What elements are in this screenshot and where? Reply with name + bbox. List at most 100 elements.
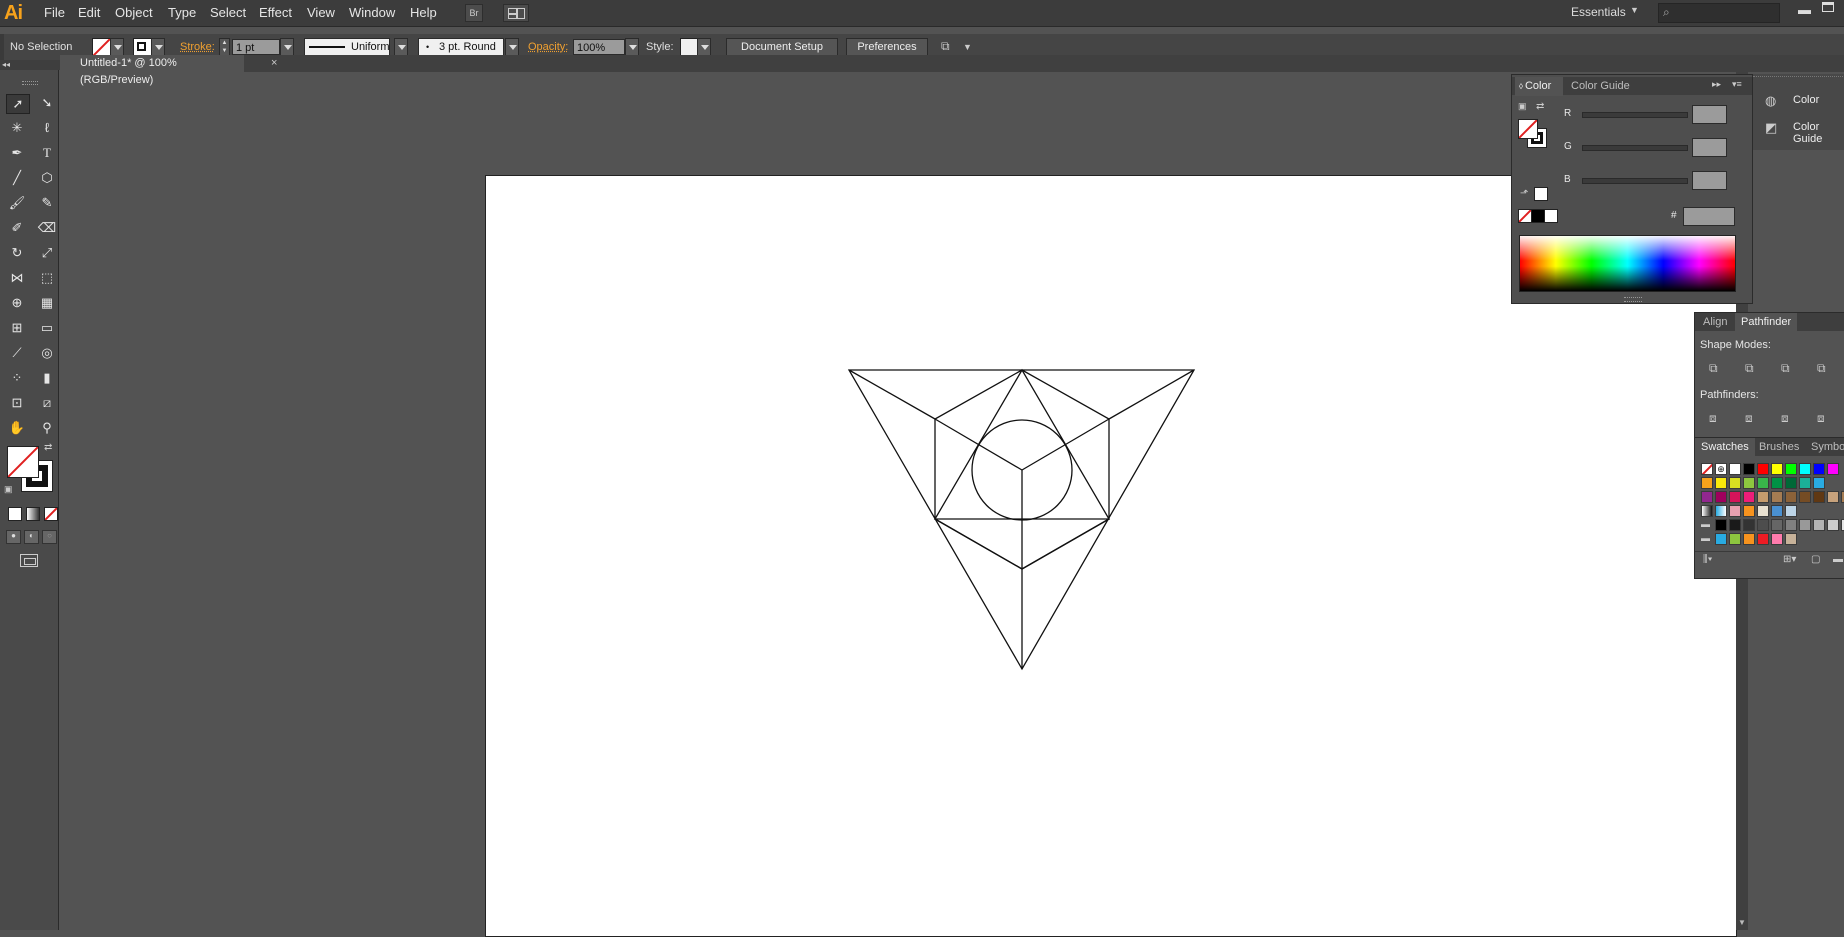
control-bar-grip[interactable] [0,34,4,60]
gradient-tool-icon[interactable]: ▭ [36,319,58,337]
merge-icon[interactable]: ⧈ [1781,411,1789,426]
swatch[interactable] [1743,519,1755,531]
divide-icon[interactable]: ⧈ [1709,411,1717,426]
color-mode-icon[interactable] [8,507,22,521]
swatch[interactable] [1729,491,1741,503]
rotate-tool-icon[interactable]: ↻ [6,244,28,262]
swatch[interactable] [1813,463,1825,475]
tab-pathfinder[interactable]: Pathfinder [1735,313,1797,331]
tab-symbols[interactable]: Symbols [1807,438,1844,456]
lasso-tool-icon[interactable]: ℓ [36,119,58,137]
swatch[interactable] [1785,477,1797,489]
swatch-none[interactable] [1701,463,1713,475]
menu-window[interactable]: Window [349,5,395,20]
red-value-field[interactable] [1692,105,1727,124]
pen-tool-icon[interactable]: ✒ [6,144,28,162]
menu-type[interactable]: Type [168,5,196,20]
hex-value-field[interactable] [1683,207,1735,226]
fill-color-box[interactable] [7,446,39,478]
swatch[interactable] [1757,477,1769,489]
swatch[interactable] [1743,477,1755,489]
variable-width-profile[interactable]: Uniform [304,38,390,56]
out-of-gamut-swatch[interactable] [1534,187,1548,201]
swatch[interactable] [1771,463,1783,475]
swatch-registration[interactable]: ⊕ [1715,463,1727,475]
swap-fill-stroke-icon[interactable]: ⇄ [44,442,52,453]
swatch[interactable] [1715,491,1727,503]
exclude-icon[interactable]: ⧉ [1817,361,1826,376]
black-color-chip[interactable] [1531,209,1545,223]
artboard-tool-icon[interactable]: ⊡ [6,394,28,412]
show-swatch-kinds-icon[interactable]: ⊞▾ [1783,554,1796,565]
swatch-pattern[interactable] [1771,505,1783,517]
slice-tool-icon[interactable]: ⧄ [36,394,58,412]
panel-resize-grip[interactable] [1624,297,1642,302]
swatch-gradient[interactable] [1715,505,1727,517]
screen-mode-icon[interactable] [20,554,38,567]
swatch[interactable] [1771,519,1783,531]
hand-tool-icon[interactable]: ✋ [6,419,28,437]
type-tool-icon[interactable]: T [36,144,58,162]
blue-value-field[interactable] [1692,171,1727,190]
draw-normal-icon[interactable]: ● [6,530,21,544]
perspective-grid-tool-icon[interactable]: ▦ [36,294,58,312]
swatch[interactable] [1827,519,1839,531]
blue-slider[interactable] [1582,178,1688,184]
tab-swatches[interactable]: Swatches [1695,438,1755,456]
brush-dropdown[interactable] [505,38,519,56]
collapsed-color-guide-button[interactable]: ◩ Color Guide [1755,116,1844,140]
intersect-icon[interactable]: ⧉ [1781,361,1790,376]
zoom-tool-icon[interactable]: ⚲ [36,419,58,437]
swatch[interactable] [1743,463,1755,475]
swatch[interactable] [1743,533,1755,545]
white-color-chip[interactable] [1544,209,1558,223]
swatch[interactable] [1813,519,1825,531]
column-graph-tool-icon[interactable]: ▮ [36,369,58,387]
menu-select[interactable]: Select [210,5,246,20]
profile-dropdown[interactable] [394,38,408,56]
tab-brushes[interactable]: Brushes [1755,438,1803,456]
close-document-icon[interactable]: × [271,55,277,72]
swatch-folder-icon[interactable]: ▬ [1701,519,1713,531]
green-value-field[interactable] [1692,138,1727,157]
tab-align[interactable]: Align [1699,313,1731,331]
menu-edit[interactable]: Edit [78,5,100,20]
swatch[interactable] [1785,519,1797,531]
swatch[interactable] [1757,463,1769,475]
tab-color-guide[interactable]: Color Guide [1565,77,1636,95]
mesh-tool-icon[interactable]: ⊞ [6,319,28,337]
panel-fill-box[interactable] [1518,119,1538,139]
eyedropper-tool-icon[interactable]: ⟋ [6,344,28,362]
stroke-weight-field[interactable]: 1 pt [232,39,280,55]
swatch[interactable] [1757,519,1769,531]
collapsed-color-button[interactable]: ◍ Color [1755,89,1844,113]
swatch[interactable] [1757,533,1769,545]
draw-behind-icon[interactable]: ◐ [24,530,39,544]
swatch[interactable] [1785,491,1797,503]
stroke-weight-dropdown[interactable] [280,38,294,56]
opacity-label[interactable]: Opacity: [528,41,568,53]
trim-icon[interactable]: ⧈ [1745,411,1753,426]
none-color-chip[interactable] [1518,209,1532,223]
opacity-dropdown[interactable] [625,38,639,56]
swatch[interactable] [1729,477,1741,489]
swatch[interactable] [1799,491,1811,503]
color-spectrum[interactable] [1519,235,1736,292]
eraser-tool-icon[interactable]: ⌫ [36,219,58,237]
swatch[interactable] [1715,533,1727,545]
workspace-chevron-icon[interactable]: ▼ [1630,5,1639,15]
selection-tool-icon[interactable]: ➚ [6,94,30,114]
menu-effect[interactable]: Effect [259,5,292,20]
swatch[interactable] [1771,491,1783,503]
document-tab[interactable]: Untitled-1* @ 100% (RGB/Preview) × [60,55,244,72]
line-segment-tool-icon[interactable]: ╱ [6,169,28,187]
blob-brush-tool-icon[interactable]: ✐ [6,219,28,237]
swatch-folder-icon[interactable]: ▬ [1701,533,1713,545]
tab-color[interactable]: ◊ Color [1515,77,1563,96]
unite-icon[interactable]: ⧉ [1709,361,1718,376]
swap-colors-icon[interactable]: ⇄ [1536,101,1544,112]
control-panel-menu-icon[interactable]: ▼ [963,42,972,52]
scroll-down-arrow-icon[interactable]: ▼ [1738,918,1746,927]
out-of-gamut-icon[interactable]: ⬏ [1520,188,1528,199]
swatch[interactable] [1715,519,1727,531]
